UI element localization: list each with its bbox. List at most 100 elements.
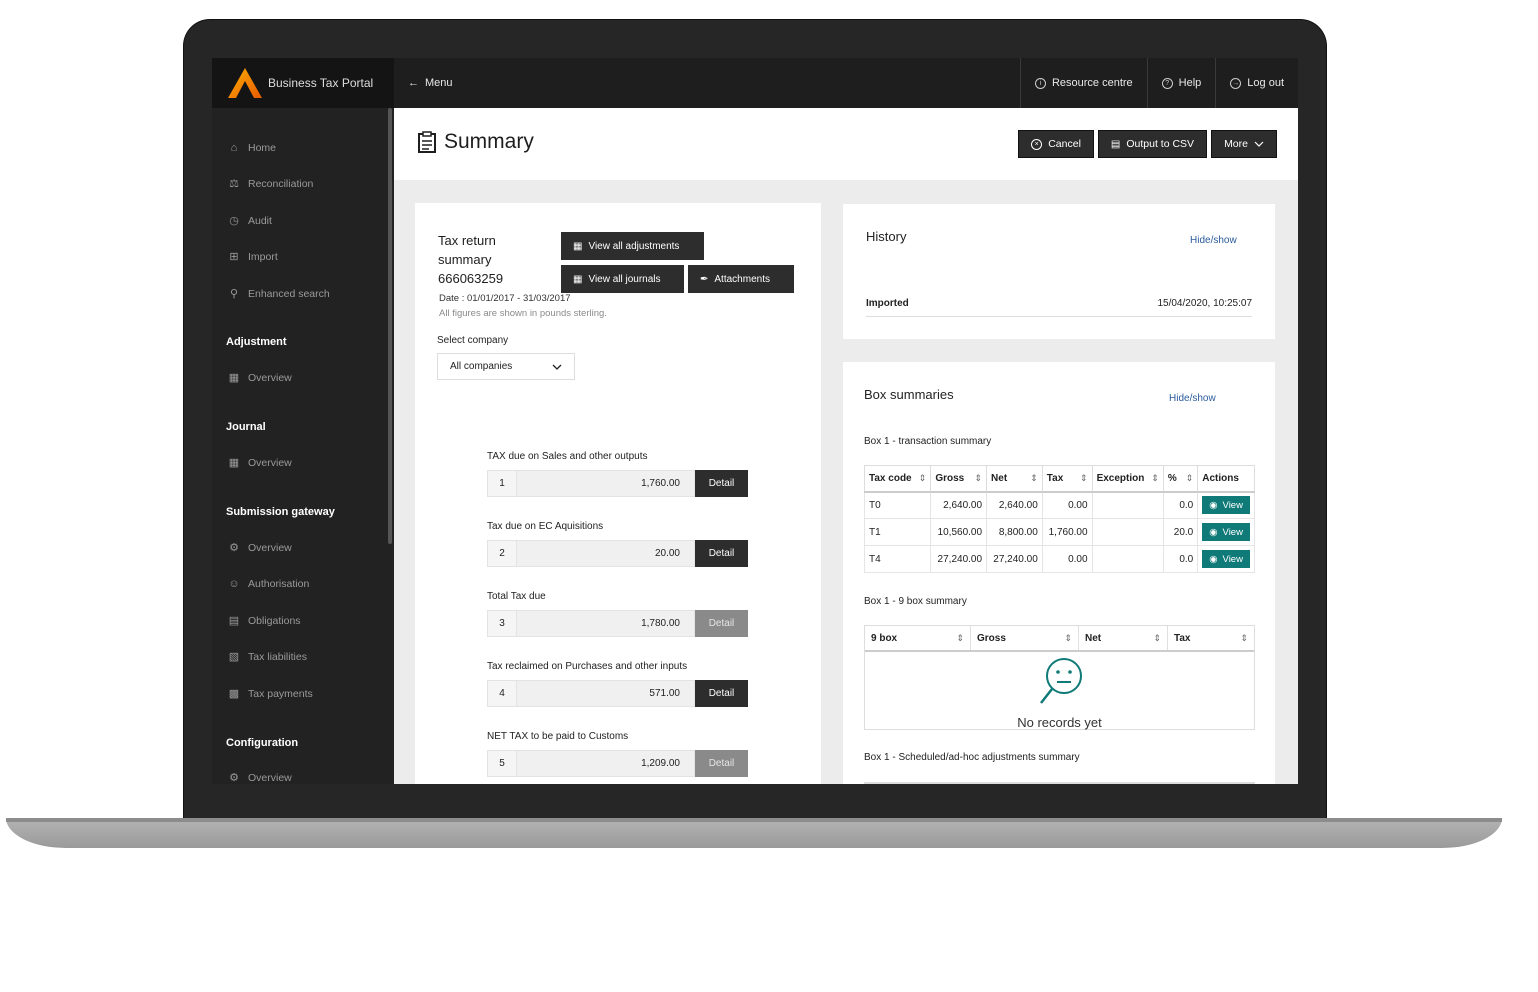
cell-percent: 0.0 bbox=[1162, 491, 1199, 519]
top-bar: Business Tax Portal ← Menu i Resource ce… bbox=[212, 58, 1298, 108]
menu-button[interactable]: ← Menu bbox=[408, 58, 453, 108]
box-1-row: 1 1,760.00 Detail bbox=[487, 470, 748, 497]
sidebar-item-audit[interactable]: ◷ Audit bbox=[228, 215, 272, 227]
col-tax-code[interactable]: Tax code ⇕ bbox=[863, 465, 932, 493]
help-link[interactable]: ? Help bbox=[1146, 58, 1216, 108]
cell-exception bbox=[1091, 491, 1164, 519]
col-exception[interactable]: Exception ⇕ bbox=[1091, 465, 1164, 493]
page-title: Summary bbox=[418, 130, 534, 154]
empty-state: No records yet bbox=[865, 656, 1254, 730]
cell-gross: 27,240.00 bbox=[930, 545, 988, 573]
col-9-box[interactable]: 9 box ⇕ bbox=[865, 626, 971, 650]
box-2-detail-button[interactable]: Detail bbox=[695, 540, 748, 567]
col-tax[interactable]: Tax ⇕ bbox=[1168, 626, 1254, 650]
view-button[interactable]: ◉ View bbox=[1202, 496, 1250, 515]
cell-tax: 1,760.00 bbox=[1041, 518, 1093, 546]
output-csv-button[interactable]: ▤ Output to CSV bbox=[1097, 130, 1208, 158]
sidebar-item-reconciliation[interactable]: ⚖ Reconciliation bbox=[228, 178, 313, 190]
box-1-detail-button[interactable]: Detail bbox=[695, 470, 748, 497]
box-value: 1,780.00 bbox=[517, 610, 695, 637]
view-button[interactable]: ◉ View bbox=[1202, 550, 1250, 568]
box-3-row: 3 1,780.00 Detail bbox=[487, 610, 748, 637]
brand-name: Business Tax Portal bbox=[268, 76, 374, 90]
document-icon: ▧ bbox=[228, 651, 240, 663]
calendar-icon: ▤ bbox=[228, 615, 240, 627]
banknote-icon: ▩ bbox=[228, 688, 240, 700]
gear-icon: ⚙ bbox=[229, 772, 239, 784]
more-dropdown-button[interactable]: More bbox=[1211, 130, 1277, 158]
sidebar-item-gateway-overview[interactable]: ⚙ Overview bbox=[228, 542, 292, 554]
csv-file-icon: ▤ bbox=[1110, 138, 1121, 150]
col-gross[interactable]: Gross ⇕ bbox=[930, 465, 988, 493]
attachments-button[interactable]: ✒ Attachments bbox=[688, 265, 794, 293]
col-gross[interactable]: Gross ⇕ bbox=[971, 626, 1079, 650]
transaction-summary-title: Box 1 - transaction summary bbox=[864, 436, 992, 447]
table-header-row: 9 box ⇕ Gross ⇕ Net ⇕ Tax ⇕ bbox=[865, 626, 1254, 652]
output-csv-label: Output to CSV bbox=[1126, 138, 1195, 150]
box-3-detail-button[interactable]: Detail bbox=[695, 610, 748, 637]
cell-percent: 0.0 bbox=[1162, 545, 1199, 573]
sidebar-section-configuration: Configuration bbox=[226, 737, 299, 749]
col-tax[interactable]: Tax ⇕ bbox=[1041, 465, 1093, 493]
col-percent[interactable]: % ⇕ bbox=[1162, 465, 1199, 493]
col-net[interactable]: Net ⇕ bbox=[1079, 626, 1168, 650]
sidebar-item-obligations[interactable]: ▤ Obligations bbox=[228, 615, 301, 627]
box-number: 5 bbox=[487, 750, 517, 777]
sidebar-item-label: Authorisation bbox=[248, 578, 310, 590]
search-icon: ⚲ bbox=[229, 288, 239, 300]
clipboard-icon bbox=[418, 131, 436, 153]
table-header-row: Tax code ⇕ Gross ⇕ Net ⇕ Tax ⇕ Exception ⇕ % ⇕… bbox=[863, 465, 1255, 493]
import-icon: ⊞ bbox=[229, 251, 239, 263]
box-value: 571.00 bbox=[517, 680, 695, 707]
sidebar-item-tax-liabilities[interactable]: ▧ Tax liabilities bbox=[228, 651, 307, 663]
view-all-adjustments-button[interactable]: ▦ View all adjustments bbox=[561, 232, 704, 260]
sidebar-item-label: Overview bbox=[248, 457, 292, 469]
company-select[interactable]: All companies bbox=[437, 353, 575, 380]
nine-box-summary-title: Box 1 - 9 box summary bbox=[864, 596, 967, 607]
chevron-down-icon bbox=[552, 364, 562, 370]
calculator-icon: ▦ bbox=[228, 457, 240, 469]
logout-label: Log out bbox=[1247, 77, 1284, 89]
sidebar-item-authorisation[interactable]: ☺ Authorisation bbox=[228, 578, 309, 590]
chevron-down-icon bbox=[1254, 141, 1264, 147]
sidebar-item-tax-payments[interactable]: ▩ Tax payments bbox=[228, 688, 313, 700]
brand[interactable]: Business Tax Portal bbox=[212, 58, 394, 108]
date-range: Date : 01/01/2017 - 31/03/2017 bbox=[439, 293, 571, 304]
sidebar-item-configuration-overview[interactable]: ⚙ Overview bbox=[228, 772, 292, 784]
sidebar-item-journal-overview[interactable]: ▦ Overview bbox=[228, 457, 292, 469]
imported-timestamp: 15/04/2020, 10:25:07 bbox=[1157, 298, 1252, 309]
tax-return-summary-card: Tax return summary 666063259 ▦ View all … bbox=[415, 203, 821, 784]
cancel-button[interactable]: × Cancel bbox=[1018, 130, 1094, 158]
box-summaries-hide-show-link[interactable]: Hide/show bbox=[1169, 393, 1216, 404]
sidebar-scrollbar[interactable] bbox=[388, 108, 392, 544]
view-button[interactable]: ◉ View bbox=[1202, 523, 1250, 541]
resource-centre-label: Resource centre bbox=[1051, 77, 1133, 89]
box-4-row: 4 571.00 Detail bbox=[487, 680, 748, 707]
box-5-detail-button[interactable]: Detail bbox=[695, 750, 748, 777]
sidebar-item-adjustment-overview[interactable]: ▦ Overview bbox=[228, 372, 292, 384]
box-4-detail-button[interactable]: Detail bbox=[695, 680, 748, 707]
eye-icon: ◉ bbox=[1209, 526, 1218, 538]
view-all-journals-button[interactable]: ▦ View all journals bbox=[561, 265, 684, 293]
history-hide-show-link[interactable]: Hide/show bbox=[1190, 235, 1237, 246]
sidebar-item-enhanced-search[interactable]: ⚲ Enhanced search bbox=[228, 288, 330, 300]
page-header: Summary × Cancel ▤ Output to CSV More bbox=[394, 108, 1298, 180]
home-icon: ⌂ bbox=[230, 142, 238, 154]
table-row: T0 2,640.00 2,640.00 0.00 0.0 ◉ View bbox=[863, 491, 1255, 519]
sort-icon: ⇕ bbox=[956, 632, 964, 643]
sort-icon: ⇕ bbox=[1064, 632, 1072, 643]
resource-centre-link[interactable]: i Resource centre bbox=[1019, 58, 1147, 108]
logout-link[interactable]: → Log out bbox=[1215, 58, 1298, 108]
imported-label: Imported bbox=[866, 298, 909, 309]
clock-icon: ◷ bbox=[229, 215, 239, 227]
sidebar: ⌂ Home ⚖ Reconciliation ◷ Audit ⊞ Import… bbox=[212, 108, 394, 784]
col-net[interactable]: Net ⇕ bbox=[986, 465, 1043, 493]
box-2-row: 2 20.00 Detail bbox=[487, 540, 748, 567]
box-number: 3 bbox=[487, 610, 517, 637]
calculator-icon: ▦ bbox=[228, 372, 240, 384]
sidebar-item-home[interactable]: ⌂ Home bbox=[228, 142, 276, 154]
adhoc-table-top bbox=[864, 782, 1255, 784]
sidebar-item-import[interactable]: ⊞ Import bbox=[228, 251, 277, 263]
box-5-label: NET TAX to be paid to Customs bbox=[487, 731, 629, 742]
table-row: T4 27,240.00 27,240.00 0.00 0.0 ◉ View bbox=[863, 545, 1255, 573]
